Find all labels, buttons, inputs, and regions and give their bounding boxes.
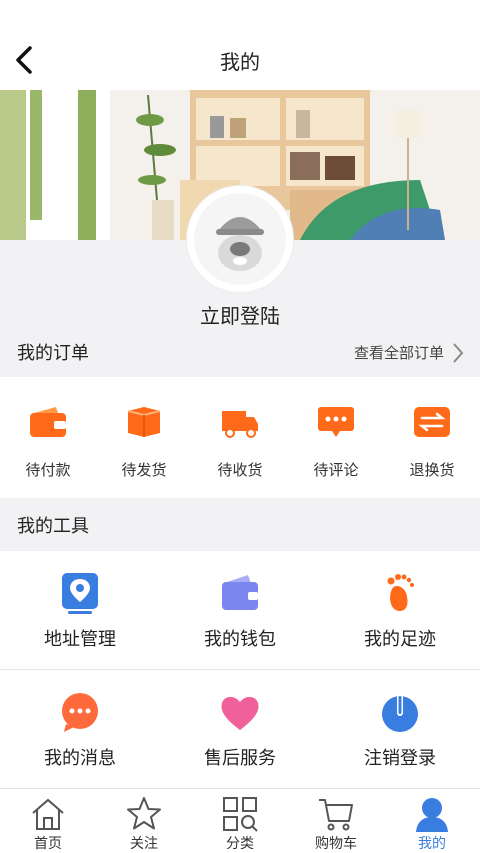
tool-label: 我的足迹 bbox=[364, 629, 436, 650]
tab-mine[interactable]: 我的 bbox=[384, 789, 480, 853]
tool-after-sales[interactable]: 售后服务 bbox=[160, 670, 320, 788]
cart-icon bbox=[319, 799, 353, 831]
truck-icon bbox=[222, 411, 258, 438]
exchange-icon bbox=[414, 407, 450, 437]
tab-label: 我的 bbox=[418, 836, 446, 852]
tool-logout[interactable]: 注销登录 bbox=[320, 670, 480, 788]
top-bar: 我的 bbox=[0, 0, 480, 90]
tool-wallet[interactable]: 我的钱包 bbox=[160, 551, 320, 669]
chevron-right-icon[interactable] bbox=[451, 342, 465, 364]
wallet-icon bbox=[222, 575, 258, 610]
page-title: 我的 bbox=[220, 50, 260, 74]
bottom-tab-bar: 首页 关注 分类 购物车 我的 bbox=[0, 788, 480, 853]
home-icon bbox=[32, 798, 64, 830]
orders-row: 待付款 待发货 待收货 待评论 退换货 bbox=[0, 377, 480, 498]
order-label: 退换货 bbox=[409, 461, 455, 479]
tab-label: 分类 bbox=[226, 836, 254, 852]
user-icon bbox=[416, 798, 448, 832]
tab-label: 首页 bbox=[34, 836, 62, 852]
order-label: 待发货 bbox=[121, 461, 167, 479]
tool-label: 售后服务 bbox=[204, 748, 276, 769]
footprint-icon bbox=[387, 574, 414, 611]
default-avatar-icon bbox=[194, 193, 286, 285]
order-label: 待收货 bbox=[217, 461, 263, 479]
tools-section-title: 我的工具 bbox=[17, 516, 89, 537]
view-all-orders-link[interactable]: 查看全部订单 bbox=[354, 342, 444, 363]
tab-label: 关注 bbox=[130, 836, 158, 852]
avatar[interactable] bbox=[187, 186, 293, 292]
tools-section-header: 我的工具 bbox=[0, 500, 480, 550]
tool-address[interactable]: 地址管理 bbox=[0, 551, 160, 669]
profile-page: 我的 立即登陆 我的订单 查看全部订单 待付款 待发货 待收货 待评论 退换货 … bbox=[0, 0, 480, 853]
tab-follow[interactable]: 关注 bbox=[96, 789, 192, 853]
order-pending-payment[interactable]: 待付款 bbox=[0, 377, 96, 498]
order-to-ship[interactable]: 待发货 bbox=[96, 377, 192, 498]
wallet-icon bbox=[30, 407, 66, 437]
tools-grid: 地址管理 我的钱包 我的足迹 我的消息 售后服务 注销登录 bbox=[0, 551, 480, 788]
category-icon bbox=[223, 797, 258, 832]
location-icon bbox=[62, 573, 98, 614]
power-icon bbox=[382, 694, 418, 732]
tab-label: 购物车 bbox=[315, 836, 357, 852]
tab-home[interactable]: 首页 bbox=[0, 789, 96, 853]
star-icon bbox=[127, 797, 161, 830]
tool-label: 我的消息 bbox=[44, 748, 116, 769]
message-icon bbox=[62, 693, 98, 732]
heart-icon bbox=[221, 696, 259, 730]
order-to-review[interactable]: 待评论 bbox=[288, 377, 384, 498]
tool-footprint[interactable]: 我的足迹 bbox=[320, 551, 480, 669]
tab-category[interactable]: 分类 bbox=[192, 789, 288, 853]
orders-section-header: 我的订单 查看全部订单 bbox=[0, 327, 480, 377]
tool-label: 注销登录 bbox=[364, 748, 436, 769]
order-label: 待付款 bbox=[25, 461, 71, 479]
order-to-receive[interactable]: 待收货 bbox=[192, 377, 288, 498]
tool-label: 我的钱包 bbox=[204, 629, 276, 650]
login-link[interactable]: 立即登陆 bbox=[0, 300, 480, 329]
orders-section-title: 我的订单 bbox=[17, 343, 89, 364]
tool-label: 地址管理 bbox=[44, 629, 116, 650]
order-label: 待评论 bbox=[313, 461, 359, 479]
box-icon bbox=[127, 407, 161, 437]
order-returns[interactable]: 退换货 bbox=[384, 377, 480, 498]
tool-messages[interactable]: 我的消息 bbox=[0, 670, 160, 788]
tab-cart[interactable]: 购物车 bbox=[288, 789, 384, 853]
comment-icon bbox=[318, 407, 354, 437]
